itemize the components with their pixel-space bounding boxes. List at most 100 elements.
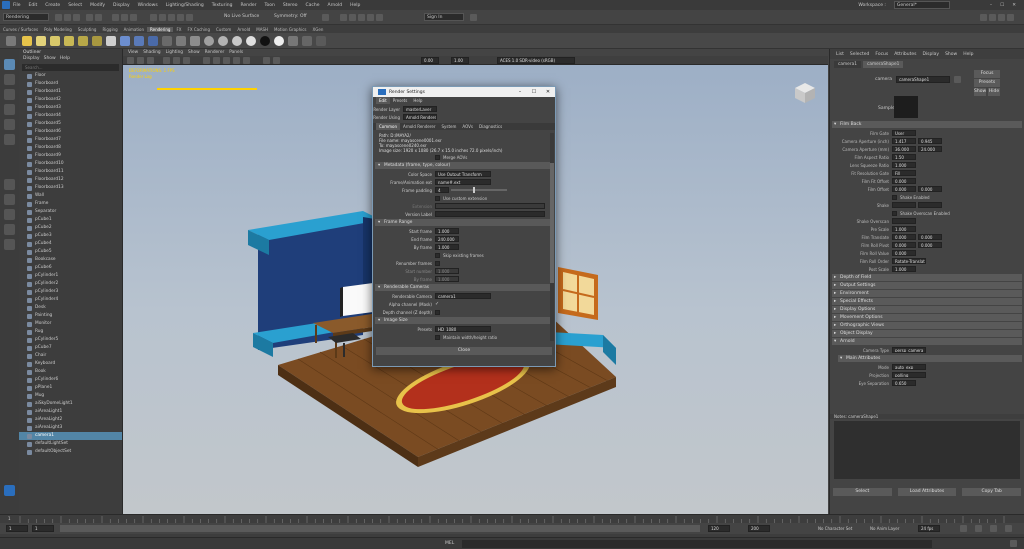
play-forward-icon[interactable] — [990, 525, 997, 532]
shake-field-2[interactable] — [918, 202, 942, 208]
shadows-icon[interactable] — [243, 57, 250, 64]
area-light-icon[interactable] — [36, 36, 46, 46]
by-frame-field[interactable]: 1.000 — [435, 244, 459, 250]
attr-field[interactable]: Rotate-Translate — [892, 258, 926, 264]
hide-button[interactable]: Hide — [988, 88, 1000, 96]
attr-field[interactable]: 1.417 — [892, 138, 916, 144]
outliner-item[interactable]: aiAreaLight3 — [19, 424, 122, 432]
blinn-icon[interactable] — [190, 36, 200, 46]
outliner-item[interactable]: pCube3 — [19, 232, 122, 240]
shelf-tab-mash[interactable]: MASH — [253, 27, 271, 32]
lasso-tool-icon[interactable] — [4, 74, 15, 85]
extension-field[interactable] — [435, 203, 545, 209]
redo-icon[interactable] — [95, 14, 102, 21]
outliner-item[interactable]: aiAreaLight1 — [19, 408, 122, 416]
select-button[interactable]: Select — [833, 488, 892, 496]
paint-select-icon[interactable] — [4, 89, 15, 100]
open-scene-icon[interactable] — [64, 14, 71, 21]
section-orthographic-views[interactable]: Orthographic Views — [832, 322, 1022, 329]
outliner-item[interactable]: pCube5 — [19, 248, 122, 256]
outliner-item[interactable]: Floorboard — [19, 80, 122, 88]
outliner-item[interactable]: Floorboard10 — [19, 160, 122, 168]
outliner-item[interactable]: pCube2 — [19, 224, 122, 232]
outliner-item[interactable]: pCylinder5 — [19, 336, 122, 344]
dialog-scrollbar[interactable] — [550, 133, 554, 341]
dialog-maximize-icon[interactable]: ☐ — [527, 89, 541, 95]
outliner-item[interactable]: Monitor — [19, 320, 122, 328]
viewport-menu-renderer[interactable]: Renderer — [205, 50, 225, 55]
spot-light-icon[interactable] — [50, 36, 60, 46]
anim-end-field[interactable]: 200 — [748, 525, 770, 532]
scale-tool-icon[interactable] — [4, 134, 15, 145]
outliner-item[interactable]: Floorboard8 — [19, 144, 122, 152]
resolution-gate-icon[interactable] — [183, 57, 190, 64]
outliner-item[interactable]: Painting — [19, 312, 122, 320]
select-camera-icon[interactable] — [127, 57, 134, 64]
outliner-item[interactable]: aiSkyDomeLight1 — [19, 400, 122, 408]
attr-field[interactable]: 0.000 — [892, 234, 916, 240]
outliner-item[interactable]: Separator — [19, 208, 122, 216]
attr-menu-focus[interactable]: Focus — [875, 52, 888, 57]
modeling-toolkit-icon[interactable] — [980, 14, 987, 21]
search-icon[interactable] — [470, 14, 477, 21]
play-back-icon[interactable] — [975, 525, 982, 532]
projection-dropdown[interactable]: polling — [892, 372, 926, 378]
show-button[interactable]: Show — [974, 88, 986, 96]
uv-editor-icon[interactable] — [316, 36, 326, 46]
frame-padding-slider[interactable] — [451, 187, 507, 193]
snap-point-icon[interactable] — [168, 14, 175, 21]
attr-field[interactable]: 1.50 — [892, 154, 916, 160]
outliner-item[interactable]: Floor — [19, 72, 122, 80]
render-view-shelf-icon[interactable] — [176, 36, 186, 46]
maximize-icon[interactable]: ☐ — [1000, 3, 1004, 8]
attr-menu-display[interactable]: Display — [922, 52, 939, 57]
render-tab-system[interactable]: System — [439, 123, 460, 130]
persp-graph-layout-icon[interactable] — [4, 224, 15, 235]
dialog-menu-help[interactable]: Help — [410, 97, 425, 104]
render-view-icon[interactable] — [340, 14, 347, 21]
mode-dropdown[interactable]: auto_exp — [892, 364, 926, 370]
attr-field-2[interactable]: 24.000 — [918, 146, 942, 152]
xray-icon[interactable] — [273, 57, 280, 64]
image-size-section[interactable]: Image Size — [375, 317, 553, 324]
move-tool-icon[interactable] — [4, 104, 15, 115]
volume-light-icon[interactable] — [106, 36, 116, 46]
outliner-item[interactable]: Bookcase — [19, 256, 122, 264]
outliner-item[interactable]: Desk — [19, 304, 122, 312]
section-movement-options[interactable]: Movement Options — [832, 314, 1022, 321]
attr-menu-selected[interactable]: Selected — [850, 52, 870, 57]
outliner-item[interactable]: Floorboard7 — [19, 136, 122, 144]
attr-field[interactable]: 1.000 — [892, 162, 916, 168]
wireframe-icon[interactable] — [203, 57, 210, 64]
outliner-item[interactable]: Floorboard5 — [19, 120, 122, 128]
select-tool-icon[interactable] — [4, 59, 15, 70]
shake-overscan-field[interactable] — [892, 218, 916, 224]
outliner-item[interactable]: Mug — [19, 392, 122, 400]
loop-icon[interactable] — [960, 525, 967, 532]
camera-attributes-icon[interactable] — [137, 57, 144, 64]
dialog-close-icon[interactable]: ✕ — [541, 89, 555, 95]
bookmarks-icon[interactable] — [147, 57, 154, 64]
menu-lighting-shading[interactable]: Lighting/Shading — [166, 3, 204, 8]
shelf-tab-fx[interactable]: FX — [173, 27, 184, 32]
colorspace-dropdown[interactable]: ACES 1.0 SDR-video (sRGB) — [497, 57, 575, 64]
menu-windows[interactable]: Windows — [138, 3, 158, 8]
section-output-settings[interactable]: Output Settings — [832, 282, 1022, 289]
camera-type-dropdown[interactable]: persp_camera — [892, 347, 926, 353]
assign-material-icon[interactable] — [288, 36, 298, 46]
bake-icon[interactable] — [302, 36, 312, 46]
menu-create[interactable]: Create — [45, 3, 60, 8]
sign-in-dropdown[interactable]: Sign In — [424, 13, 464, 21]
film-gate-icon[interactable] — [173, 57, 180, 64]
viewport-menu-show[interactable]: Show — [188, 50, 200, 55]
renderable-cameras-section[interactable]: Renderable Cameras — [375, 284, 553, 291]
metadata-section[interactable]: Metadata (frame, type, colour) — [375, 162, 553, 169]
render-layer-dropdown[interactable]: masterLayer — [403, 106, 437, 112]
section-special-effects[interactable]: Special Effects — [832, 298, 1022, 305]
shelf-menu-icon[interactable] — [6, 36, 16, 46]
by-frame-2-field[interactable]: 1.000 — [435, 276, 459, 282]
outliner-item[interactable]: Book — [19, 368, 122, 376]
render-using-dropdown[interactable]: Arnold Renderer — [403, 114, 437, 120]
channel-box-icon[interactable] — [1007, 14, 1014, 21]
menu-edit[interactable]: Edit — [29, 3, 38, 8]
